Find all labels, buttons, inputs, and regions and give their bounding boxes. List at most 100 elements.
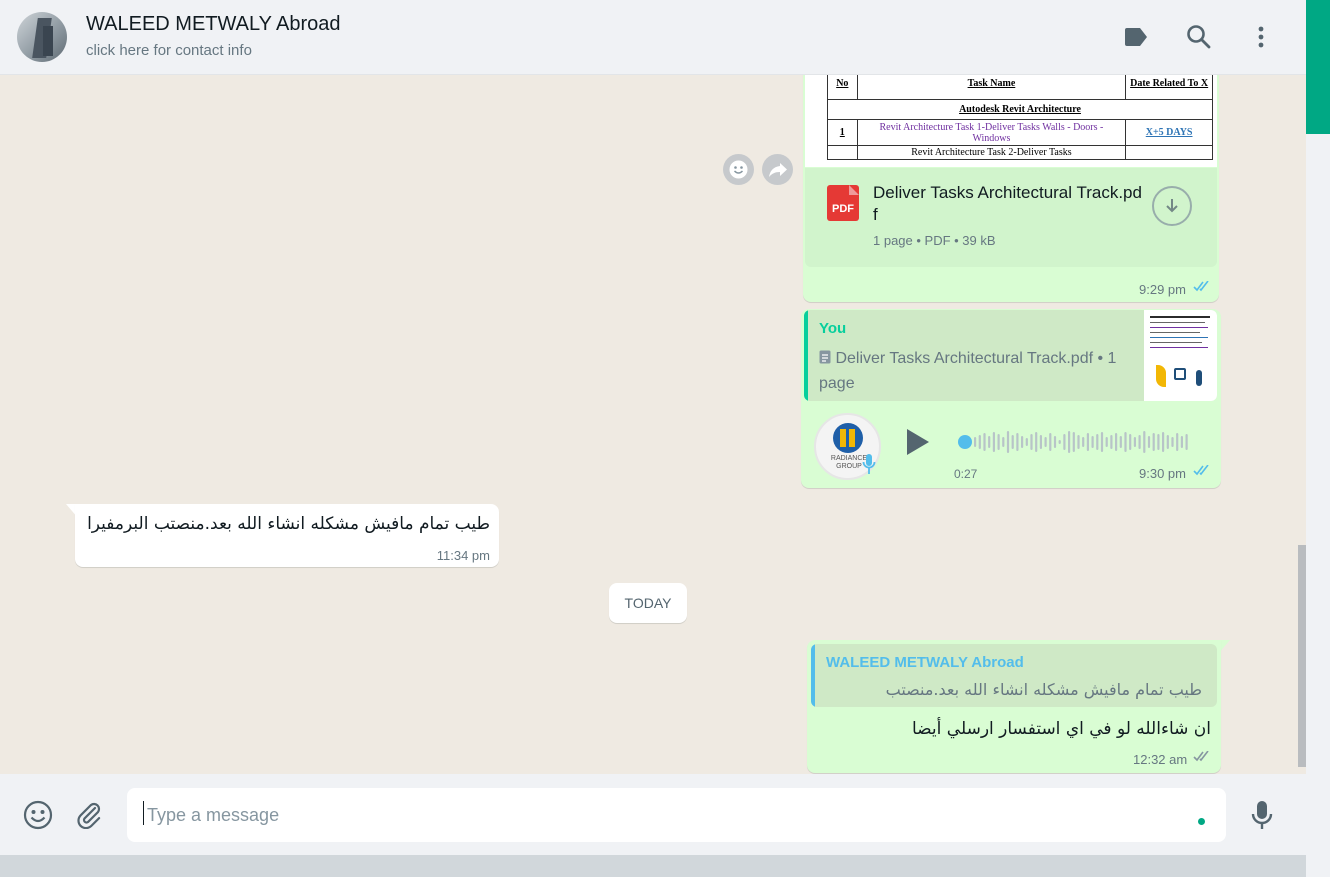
preview-cell (1125, 145, 1213, 160)
waveform-bar (1119, 436, 1122, 448)
menu-icon[interactable] (1246, 22, 1276, 52)
preview-cell: Revit Architecture Task 1-Deliver Tasks … (856, 119, 1127, 146)
contact-avatar[interactable] (17, 12, 67, 62)
preview-cell: Autodesk Revit Architecture (827, 99, 1213, 120)
quoted-message[interactable]: You Deliver Tasks Architectural Track.pd… (804, 310, 1217, 401)
waveform-bar (1016, 433, 1019, 451)
document-file-info: 1 page • PDF • 39 kB (873, 233, 996, 248)
microphone-icon[interactable] (1245, 798, 1279, 832)
waveform-bar (1086, 433, 1089, 451)
waveform-bar (1063, 434, 1066, 450)
text-caret (143, 801, 144, 825)
waveform-bar (1049, 433, 1052, 451)
waveform-bar (988, 436, 991, 448)
playback-knob[interactable] (958, 435, 972, 449)
waveform-bar (1011, 435, 1014, 449)
date-divider: TODAY (609, 583, 687, 623)
message-input[interactable] (127, 788, 1226, 842)
react-emoji-icon[interactable] (723, 154, 754, 185)
waveform-bar (1030, 434, 1033, 450)
avatar-building-shape (43, 26, 53, 56)
pdf-icon-fold (849, 185, 859, 195)
waveform-bar (1077, 435, 1080, 449)
waveform-bar (1147, 436, 1151, 448)
waveform-bar (1100, 432, 1104, 452)
download-icon[interactable] (1152, 186, 1192, 226)
document-preview-table: No Task Name Date Related To X Autodesk … (827, 75, 1213, 160)
document-small-icon (819, 350, 831, 364)
preview-cell: Date Related To X (1125, 75, 1213, 100)
forward-icon[interactable] (762, 154, 793, 185)
preview-cell: Revit Architecture Task 2-Deliver Tasks (856, 145, 1127, 160)
waveform-bar (974, 437, 977, 447)
message-text: ان شاءالله لو في اي استفسار ارسلي أيضا (912, 719, 1211, 739)
quote-text: طيب تمام مافيش مشكله انشاء الله بعد.منصت… (885, 680, 1202, 707)
document-file-card[interactable]: PDF Deliver Tasks Architectural Track.pd… (805, 168, 1217, 267)
contact-info-hint[interactable]: click here for contact info (86, 42, 252, 59)
waveform-bar (1133, 437, 1136, 447)
read-ticks-icon (1193, 281, 1209, 292)
waveform-bar (1162, 432, 1165, 452)
waveform-bar (1105, 437, 1108, 447)
waveform-bar (997, 434, 1000, 450)
right-edge-panel (1306, 0, 1330, 877)
waveform-bar (1068, 431, 1071, 453)
search-icon[interactable] (1184, 22, 1214, 52)
contact-name[interactable]: WALEED METWALY Abroad (86, 13, 341, 36)
waveform-bar (1138, 435, 1141, 449)
attach-icon[interactable] (72, 798, 106, 832)
waveform-bar (1110, 435, 1113, 449)
preview-cell: No (827, 75, 858, 100)
quote-thumbnail (1144, 310, 1217, 401)
waveform-bar (1176, 433, 1179, 451)
mic-badge-icon (862, 454, 876, 474)
waveform-bar (1035, 432, 1038, 452)
waveform-bar (1021, 436, 1024, 448)
reply-message[interactable]: WALEED METWALY Abroad طيب تمام مافيش مشك… (807, 640, 1221, 773)
waveform-bar (1166, 435, 1169, 449)
quote-author: WALEED METWALY Abroad (826, 654, 1024, 671)
message-list[interactable]: No Task Name Date Related To X Autodesk … (0, 75, 1306, 774)
message-time: 11:34 pm (436, 548, 490, 563)
message-time: 9:29 pm (1139, 282, 1186, 297)
quote-author: You (819, 320, 847, 337)
waveform-bar (1115, 433, 1118, 451)
waveform-bar (1124, 432, 1127, 452)
waveform-bar (1082, 437, 1085, 447)
chat-header[interactable]: WALEED METWALY Abroad click here for con… (0, 0, 1306, 75)
bottom-edge (0, 855, 1306, 877)
chat-scrollbar[interactable] (1298, 545, 1306, 767)
incoming-message[interactable]: طيب تمام مافيش مشكله انشاء الله بعد.منصت… (75, 504, 499, 567)
pdf-icon-label: PDF (832, 203, 854, 215)
play-icon[interactable] (905, 427, 931, 457)
voice-waveform[interactable] (958, 427, 1194, 457)
message-time: 9:30 pm (1139, 466, 1186, 481)
waveform-bar (1002, 437, 1005, 447)
waveform-bar (983, 433, 986, 451)
waveform-bar (1129, 434, 1132, 450)
document-file-name: Deliver Tasks Architectural Track.pdf (873, 183, 1142, 224)
waveform-bar (992, 432, 995, 452)
waveform-bar (1152, 433, 1155, 451)
voice-duration: 0:27 (954, 467, 978, 481)
pdf-icon: PDF (827, 185, 859, 221)
waveform-bar (1072, 432, 1075, 452)
accent-bar (1306, 0, 1330, 134)
document-preview[interactable]: No Task Name Date Related To X Autodesk … (805, 75, 1217, 167)
message-composer (0, 774, 1306, 855)
quote-bar (804, 310, 808, 401)
preview-cell: X+5 DAYS (1125, 119, 1213, 146)
waveform-bar (1096, 434, 1099, 450)
waveform-bar (978, 435, 981, 449)
preview-cell: Task Name (856, 75, 1127, 100)
label-icon[interactable] (1121, 22, 1151, 52)
waveform-bar (1180, 436, 1183, 448)
emoji-icon[interactable] (21, 798, 55, 832)
quoted-message[interactable]: WALEED METWALY Abroad طيب تمام مافيش مشك… (811, 644, 1217, 707)
waveform-bar (1157, 434, 1160, 450)
preview-cell: 1 (827, 119, 858, 146)
waveform-bar (1171, 437, 1174, 447)
waveform-bar (1039, 435, 1042, 449)
quote-bar (811, 644, 815, 707)
waveform-bar (1044, 437, 1047, 447)
